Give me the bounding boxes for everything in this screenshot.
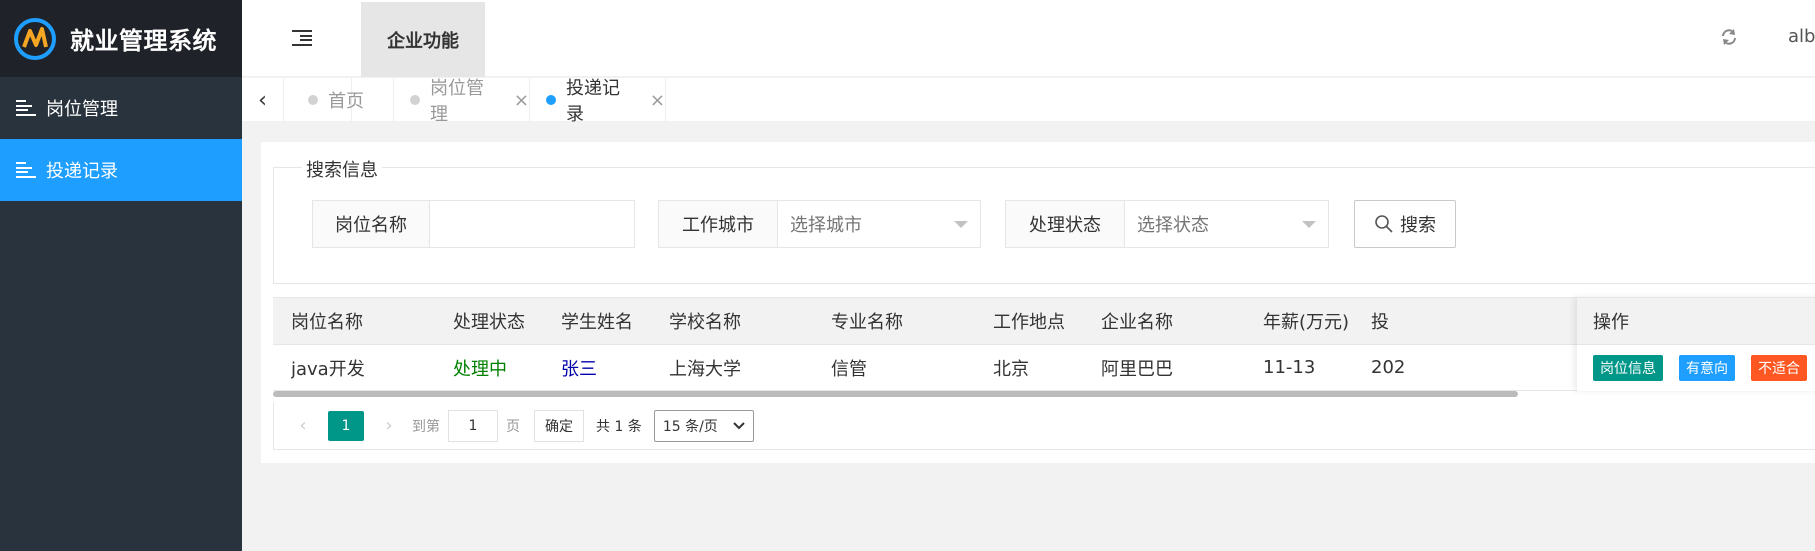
page-size-select[interactable]: 15 条/页 xyxy=(653,409,754,442)
tab-home[interactable]: 首页 xyxy=(284,78,394,122)
main-card: 搜索信息 岗位名称 工作城市 选择城市 处理状态 选择状态 搜索 岗位名称 处理… xyxy=(261,142,1815,463)
job-info-button[interactable]: 岗位信息 xyxy=(1593,355,1663,381)
top-header: 企业功能 albb xyxy=(242,0,1815,77)
search-fieldset: 搜索信息 岗位名称 工作城市 选择城市 处理状态 选择状态 搜索 xyxy=(273,156,1815,284)
pagination: ‹ 1 › 到第 1 页 确定 共 1 条 15 条/页 xyxy=(273,402,1815,450)
search-button-label: 搜索 xyxy=(1400,215,1436,236)
sidebar-item-delivery-records[interactable]: 投递记录 xyxy=(0,139,242,201)
city-select[interactable]: 选择城市 xyxy=(777,200,981,248)
tab-delivery-records[interactable]: 投递记录 × xyxy=(530,78,666,125)
horizontal-scrollbar[interactable] xyxy=(273,391,1518,397)
search-button[interactable]: 搜索 xyxy=(1354,200,1456,248)
col-company: 企业名称 xyxy=(1101,312,1173,333)
sidebar-item-label: 岗位管理 xyxy=(46,99,118,120)
page-label: 页 xyxy=(506,418,520,435)
col-date: 投 xyxy=(1371,312,1389,333)
logo-area: 就业管理系统 xyxy=(0,0,242,77)
status-select[interactable]: 选择状态 xyxy=(1124,200,1329,248)
header-tab-enterprise[interactable]: 企业功能 xyxy=(361,2,485,77)
cell-location: 北京 xyxy=(993,358,1029,380)
col-location: 工作地点 xyxy=(993,312,1065,333)
caret-down-icon xyxy=(954,221,968,228)
actions-column: 操作 岗位信息 有意向 不适合 xyxy=(1577,297,1815,391)
dot-icon xyxy=(308,95,318,105)
page-current[interactable]: 1 xyxy=(328,410,364,441)
status-placeholder: 选择状态 xyxy=(1137,215,1209,236)
status-label: 处理状态 xyxy=(1005,200,1125,248)
cell-student: 张三 xyxy=(561,358,597,380)
col-status: 处理状态 xyxy=(453,312,525,333)
col-salary: 年薪(万元) xyxy=(1263,312,1350,333)
cell-company: 阿里巴巴 xyxy=(1101,358,1173,380)
dot-icon xyxy=(546,95,556,105)
logo-icon xyxy=(12,16,58,62)
col-major: 专业名称 xyxy=(831,312,903,333)
dot-icon xyxy=(410,95,420,105)
job-name-label: 岗位名称 xyxy=(312,200,430,248)
city-label: 工作城市 xyxy=(658,200,778,248)
next-page-icon[interactable]: › xyxy=(374,415,404,436)
goto-page-input[interactable]: 1 xyxy=(448,409,498,442)
unsuitable-button[interactable]: 不适合 xyxy=(1751,355,1807,381)
col-student: 学生姓名 xyxy=(561,312,633,333)
col-job: 岗位名称 xyxy=(291,312,363,333)
menu-toggle-icon[interactable] xyxy=(292,30,312,46)
tab-label: 岗位管理 xyxy=(429,78,484,125)
job-name-input[interactable] xyxy=(429,200,635,248)
caret-down-icon xyxy=(1302,221,1316,228)
goto-label: 到第 xyxy=(412,418,440,435)
prev-page-icon[interactable]: ‹ xyxy=(288,415,318,436)
cell-major: 信管 xyxy=(831,358,867,380)
app-title: 就业管理系统 xyxy=(70,27,217,55)
search-icon xyxy=(1375,215,1393,233)
page-size-value: 15 条/页 xyxy=(662,418,718,435)
close-icon[interactable]: × xyxy=(514,90,529,111)
total-count: 共 1 条 xyxy=(596,418,642,435)
list-icon xyxy=(16,162,36,178)
cell-date: 202 xyxy=(1371,357,1406,378)
tab-label: 首页 xyxy=(328,91,364,112)
cell-salary: 11-13 xyxy=(1263,357,1316,378)
refresh-icon[interactable] xyxy=(1720,28,1740,48)
cell-school: 上海大学 xyxy=(669,358,741,380)
page-tabs: ‹ 首页 岗位管理 × 投递记录 × xyxy=(242,78,1815,125)
tab-job-management[interactable]: 岗位管理 × xyxy=(394,78,530,125)
user-name[interactable]: albb xyxy=(1788,26,1815,47)
cell-job: java开发 xyxy=(291,358,365,380)
interested-button[interactable]: 有意向 xyxy=(1679,355,1735,381)
sidebar-item-label: 投递记录 xyxy=(46,161,118,182)
confirm-button[interactable]: 确定 xyxy=(534,409,584,442)
actions-cell: 岗位信息 有意向 不适合 xyxy=(1577,345,1815,391)
sidebar-item-job-management[interactable]: 岗位管理 xyxy=(0,77,242,139)
sidebar: 就业管理系统 岗位管理 投递记录 xyxy=(0,0,242,551)
col-actions: 操作 xyxy=(1577,297,1815,345)
list-icon xyxy=(16,100,36,116)
close-icon[interactable]: × xyxy=(650,90,665,111)
col-school: 学校名称 xyxy=(669,312,741,333)
search-legend: 搜索信息 xyxy=(302,156,382,182)
chevron-down-icon xyxy=(733,421,745,429)
city-placeholder: 选择城市 xyxy=(790,215,862,236)
cell-status: 处理中 xyxy=(453,358,507,380)
tab-label: 投递记录 xyxy=(565,78,620,125)
